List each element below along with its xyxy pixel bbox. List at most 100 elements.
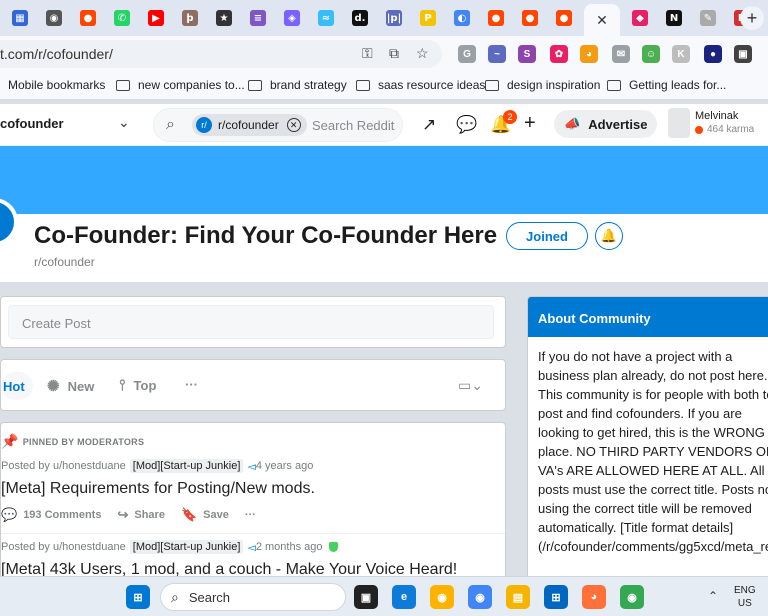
notification-count-badge: 2 [503, 110, 517, 124]
bookmark-getting-leads[interactable]: Getting leads for... [607, 78, 726, 92]
bookmark-brand-strategy[interactable]: brand strategy [248, 78, 347, 92]
tailwind-icon: ≈ [318, 10, 334, 26]
bookmark-saas-resources[interactable]: saas resource ideas [356, 78, 485, 92]
search-community-chip[interactable]: r/ r/cofounder ✕ [192, 114, 307, 136]
new-tab-button[interactable]: + [740, 6, 764, 30]
chip-label: r/cofounder [218, 118, 279, 132]
post-age[interactable]: 2 months ago [256, 541, 323, 553]
extension-k-icon[interactable]: K [672, 45, 690, 63]
browser-tab[interactable]: ● [550, 6, 578, 30]
browser-tab[interactable]: ◈ [278, 6, 306, 30]
extension-flower-icon[interactable]: ✿ [550, 45, 568, 63]
dev-icon: d. [352, 10, 368, 26]
extension-bot-icon[interactable]: ☺ [642, 45, 660, 63]
search-input[interactable]: Search Reddit [312, 118, 394, 133]
reddit-icon: ● [80, 10, 96, 26]
browser-tab[interactable]: ▦ [6, 6, 34, 30]
browser-tab[interactable]: |p| [380, 6, 408, 30]
sort-more-button[interactable]: ··· [185, 377, 198, 392]
browser-tab[interactable]: ★ [210, 6, 238, 30]
browser-tab[interactable]: d. [346, 6, 374, 30]
view-layout-icon[interactable]: ▭⌄ [458, 377, 483, 394]
url-text[interactable]: t.com/r/cofounder/ [0, 46, 113, 62]
chevron-down-icon[interactable]: ⌄ [118, 114, 130, 131]
bookmark-new-companies[interactable]: new companies to... [116, 78, 245, 92]
post-meta: Posted by u/honestduane [Mod][Start-up J… [1, 540, 338, 554]
store-icon[interactable]: ⊞ [544, 585, 568, 609]
advertise-button[interactable]: 📣 Advertise [554, 110, 658, 138]
user-avatar[interactable] [668, 108, 690, 138]
browser-tab[interactable]: ● [516, 6, 544, 30]
browser-tab[interactable]: ◐ [448, 6, 476, 30]
create-post-icon[interactable]: + [524, 112, 536, 135]
link-icon: ◆ [632, 10, 648, 26]
search-icon: ⌕ [166, 116, 175, 133]
advertise-label: Advertise [588, 116, 648, 132]
post-more-button[interactable]: ··· [245, 509, 256, 521]
language-indicator[interactable]: ENG US [734, 584, 756, 610]
browser-tab[interactable]: ✆ [108, 6, 136, 30]
pipe-icon: |p| [386, 10, 402, 26]
browser-tab[interactable]: þ [176, 6, 204, 30]
comments-button[interactable]: 💬 193 Comments [1, 507, 101, 523]
extension-g-icon[interactable]: G [458, 45, 476, 63]
chat-icon[interactable]: 💬 [456, 115, 477, 135]
subreddit-notification-bell-icon[interactable]: 🔔 [595, 222, 623, 250]
clear-chip-icon[interactable]: ✕ [286, 118, 301, 132]
chrome-profile-icon[interactable]: ◉ [620, 585, 644, 609]
browser-tab[interactable]: ◆ [626, 6, 654, 30]
community-selector[interactable]: cofounder [0, 116, 64, 131]
browser-tab[interactable]: ● [74, 6, 102, 30]
extension-mail-icon[interactable]: ✉ [612, 45, 630, 63]
youtube-icon: ▶ [148, 10, 164, 26]
share-button[interactable]: ↪ Share [117, 507, 164, 523]
post-title[interactable]: [Meta] Requirements for Posting/New mods… [1, 480, 315, 498]
subreddit-title: Co-Founder: Find Your Co-Founder Here [34, 222, 498, 249]
bookmark-design-inspiration[interactable]: design inspiration [485, 78, 600, 92]
edge-icon[interactable]: e [392, 585, 416, 609]
post-author[interactable]: Posted by u/honestduane [1, 541, 126, 553]
browser-tab[interactable]: ◉ [40, 6, 68, 30]
taskbar-search[interactable]: ⌕ Search [160, 583, 346, 611]
close-tab-icon[interactable]: ✕ [596, 12, 608, 29]
browser-tab[interactable]: ≡ [244, 6, 272, 30]
bookmark-star-icon[interactable]: ☆ [416, 45, 429, 62]
sort-hot-button[interactable]: Hot [1, 372, 33, 400]
username[interactable]: Melvinak [695, 110, 738, 122]
popular-icon[interactable]: ↗ [422, 115, 436, 135]
post-meta: Posted by u/honestduane [Mod][Start-up J… [1, 459, 313, 473]
post-author[interactable]: Posted by u/honestduane [1, 460, 126, 472]
browser-tab[interactable]: ✎ [694, 6, 722, 30]
open-external-icon[interactable]: ⧉ [389, 45, 399, 62]
bookmark-mobile[interactable]: Mobile bookmarks [8, 78, 105, 92]
extension-wave-icon[interactable]: ~ [488, 45, 506, 63]
save-button[interactable]: 🔖 Save [181, 507, 229, 523]
browser-tab[interactable]: P [414, 6, 442, 30]
post-age[interactable]: 4 years ago [256, 460, 313, 472]
extension-color-icon[interactable]: ◕ [580, 45, 598, 63]
omnibox[interactable]: t.com/r/cofounder/ ⚿ ⧉ ☆ [0, 40, 442, 68]
task-view-icon[interactable]: ▣ [354, 585, 378, 609]
create-post-input[interactable]: Create Post [8, 305, 494, 339]
joined-button[interactable]: Joined [506, 222, 588, 250]
search-bar[interactable]: ⌕ r/ r/cofounder ✕ Search Reddit [153, 108, 403, 142]
key-icon[interactable]: ⚿ [362, 45, 373, 62]
active-browser-tab[interactable]: ✕ [584, 4, 620, 36]
chrome-icon[interactable]: ◉ [468, 585, 492, 609]
tray-chevron-up-icon[interactable]: ⌃ [708, 589, 718, 603]
windows-start-icon[interactable]: ⊞ [126, 585, 150, 609]
file-explorer-icon[interactable]: ▤ [506, 585, 530, 609]
megaphone-icon: 📣 [564, 116, 581, 131]
chrome-canary-icon[interactable]: ◉ [430, 585, 454, 609]
sort-new-button[interactable]: ✺ New [47, 377, 94, 395]
browser-tab[interactable]: ≈ [312, 6, 340, 30]
extension-dark-icon[interactable]: ● [704, 45, 722, 63]
extension-s-icon[interactable]: S [518, 45, 536, 63]
browser-tab[interactable]: ● [482, 6, 510, 30]
sort-top-button[interactable]: ⫯ Top [119, 377, 156, 394]
chrome-icon: ◉ [46, 10, 62, 26]
extension-image-icon[interactable]: ▣ [734, 45, 752, 63]
firefox-icon[interactable]: ◕ [582, 585, 606, 609]
browser-tab[interactable]: ▶ [142, 6, 170, 30]
browser-tab[interactable]: N [660, 6, 688, 30]
